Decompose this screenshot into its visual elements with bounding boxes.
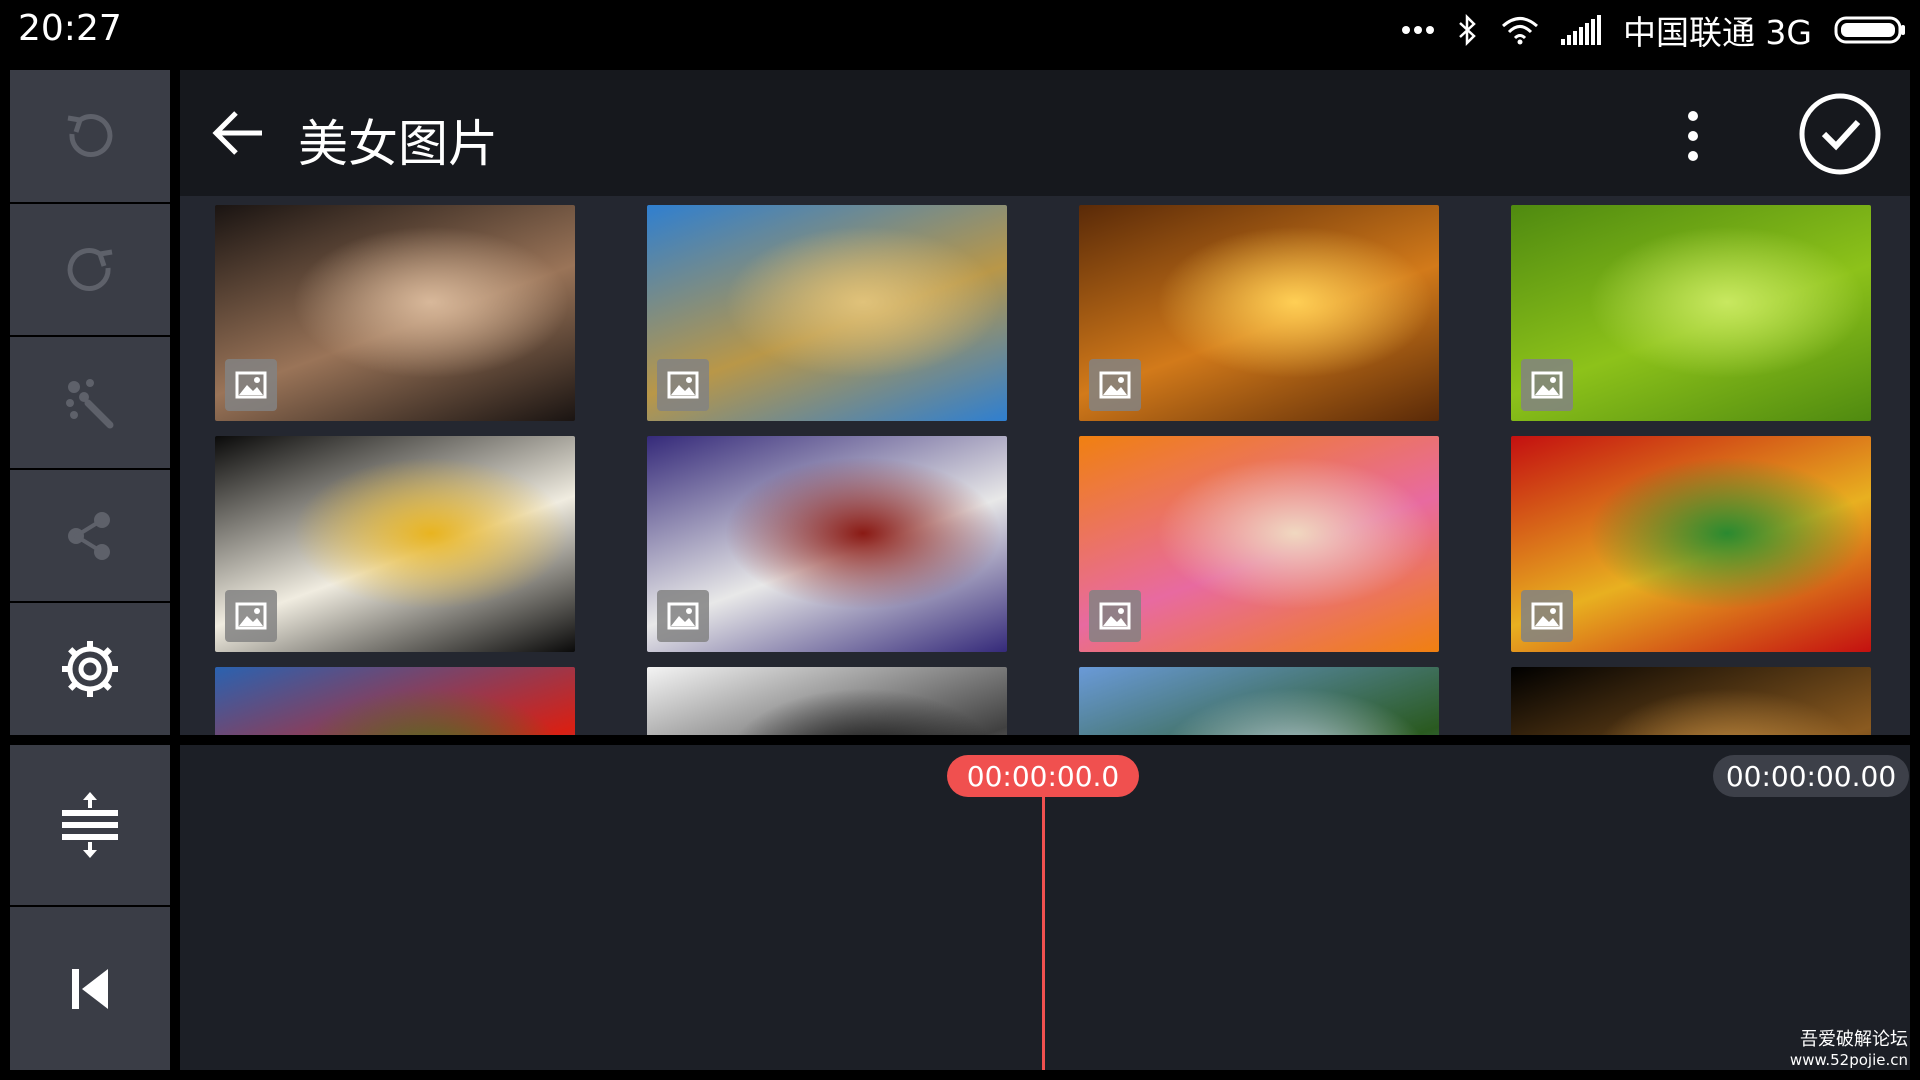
media-thumbnail[interactable] [1079, 205, 1439, 421]
timeline[interactable]: 00:00:00.0 00:00:00.00 [180, 745, 1910, 1070]
share-button[interactable] [10, 470, 170, 601]
media-thumbnail[interactable] [647, 667, 1007, 735]
media-thumbnail[interactable] [215, 436, 575, 652]
back-arrow-icon [210, 111, 270, 167]
watermark-line1: 吾爱破解论坛 [1800, 1029, 1908, 1050]
wifi-icon [1501, 15, 1539, 45]
playhead-line[interactable] [1042, 795, 1045, 1070]
gear-icon [58, 637, 122, 701]
settings-button[interactable] [10, 603, 170, 735]
media-thumbnail[interactable] [215, 205, 575, 421]
image-icon [1089, 590, 1141, 642]
watermark: 吾爱破解论坛 www.52pojie.cn [1790, 1030, 1908, 1070]
effects-button[interactable] [10, 337, 170, 468]
media-thumbnail[interactable] [647, 205, 1007, 421]
undo-icon [58, 104, 122, 168]
redo-button[interactable] [10, 204, 170, 335]
project-duration: 00:00:00.00 [1713, 755, 1909, 797]
redo-icon [58, 238, 122, 302]
image-icon [1089, 359, 1141, 411]
media-thumbnail[interactable] [1079, 667, 1439, 735]
playhead-time[interactable]: 00:00:00.0 [947, 755, 1139, 797]
image-icon [1521, 590, 1573, 642]
more-vertical-icon [1673, 111, 1713, 168]
image-icon [657, 359, 709, 411]
check-circle-icon [1798, 93, 1882, 180]
status-bar: 20:27 中国联通 3G [0, 0, 1920, 60]
image-icon [1521, 359, 1573, 411]
media-grid [180, 205, 1910, 735]
page-title: 美女图片 [298, 115, 498, 173]
image-icon [225, 590, 277, 642]
skip-to-start-button[interactable] [10, 907, 170, 1070]
signal-icon [1560, 15, 1601, 45]
image-icon [225, 359, 277, 411]
media-thumbnail[interactable] [647, 436, 1007, 652]
more-dots-icon [1401, 25, 1435, 35]
expand-vertical-icon [58, 788, 122, 862]
status-time: 20:27 [18, 8, 122, 49]
media-thumbnail[interactable] [215, 667, 575, 735]
magic-wand-icon [58, 371, 122, 435]
media-browser-header: 美女图片 [180, 70, 1910, 196]
battery-icon [1834, 15, 1906, 45]
media-thumbnail[interactable] [1079, 436, 1439, 652]
more-options-button[interactable] [1673, 108, 1713, 164]
media-browser-panel: 美女图片 [180, 70, 1910, 735]
share-icon [58, 504, 122, 568]
media-thumbnail[interactable] [1511, 436, 1871, 652]
watermark-line2: www.52pojie.cn [1789, 1051, 1908, 1069]
expand-timeline-button[interactable] [10, 745, 170, 905]
carrier-label: 中国联通 3G [1622, 13, 1812, 52]
skip-start-icon [66, 965, 114, 1013]
media-thumbnail[interactable] [1511, 667, 1871, 735]
bluetooth-icon [1457, 14, 1479, 46]
image-icon [657, 590, 709, 642]
back-button[interactable] [210, 103, 270, 163]
media-thumbnail[interactable] [1511, 205, 1871, 421]
undo-button[interactable] [10, 70, 170, 202]
confirm-button[interactable] [1798, 92, 1882, 176]
